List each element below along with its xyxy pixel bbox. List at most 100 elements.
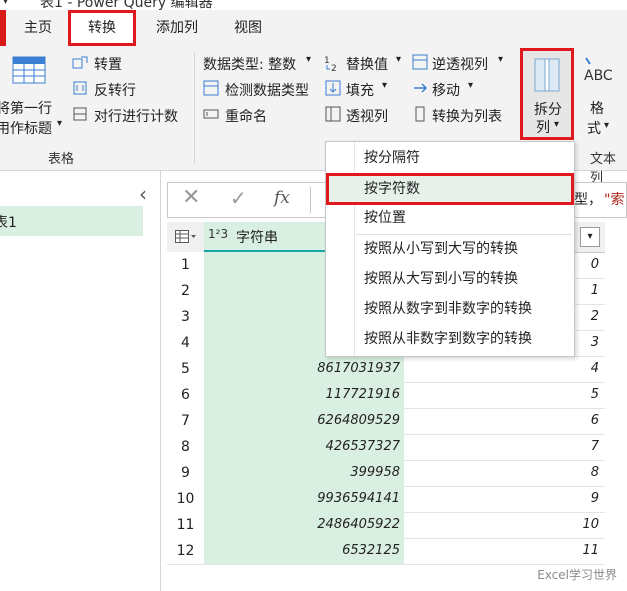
row-number[interactable]: 9 bbox=[167, 460, 204, 486]
move-button[interactable]: 移动 bbox=[432, 80, 460, 100]
count-rows-button[interactable]: 对行进行计数 bbox=[94, 106, 178, 126]
row-number[interactable]: 1 bbox=[167, 252, 204, 278]
table-row[interactable]: 12 6532125 11 bbox=[167, 538, 605, 565]
window-menu-chevron-icon[interactable]: ▾ bbox=[2, 0, 9, 8]
split-by-positions-item[interactable]: 按位置 bbox=[326, 204, 574, 232]
cell-string[interactable]: 117721916 bbox=[204, 382, 404, 408]
row-number[interactable]: 5 bbox=[167, 356, 204, 382]
pivot-button[interactable]: 透视列 bbox=[346, 106, 388, 126]
unpivot-icon bbox=[412, 54, 428, 70]
row-number[interactable]: 4 bbox=[167, 330, 204, 356]
cell-index[interactable]: 10 bbox=[404, 512, 605, 538]
menu-item-label: 按照从大写到小写的转换 bbox=[364, 271, 518, 287]
cell-index[interactable]: 9 bbox=[404, 486, 605, 512]
split-column-label-1: 拆分 bbox=[534, 102, 562, 118]
data-type-chevron-icon[interactable]: ▾ bbox=[306, 54, 311, 65]
use-first-row-headers-icon bbox=[12, 56, 46, 84]
pivot-icon bbox=[325, 106, 341, 122]
row-number[interactable]: 2 bbox=[167, 278, 204, 304]
replace-values-button[interactable]: 替换值 bbox=[346, 54, 388, 74]
table-row[interactable]: 7 6264809529 6 bbox=[167, 408, 605, 435]
format-chevron-icon[interactable]: ▾ bbox=[604, 120, 609, 131]
table-row[interactable]: 6 117721916 5 bbox=[167, 382, 605, 409]
convert-to-list-icon bbox=[412, 106, 428, 122]
transpose-icon bbox=[72, 55, 90, 71]
tab-view[interactable]: 视图 bbox=[226, 10, 270, 46]
cell-string[interactable]: 8617031937 bbox=[204, 356, 404, 382]
fx-icon[interactable]: fx bbox=[274, 188, 290, 208]
ribbon-divider bbox=[194, 52, 195, 164]
cell-index[interactable]: 8 bbox=[404, 460, 605, 486]
cell-string[interactable]: 426537327 bbox=[204, 434, 404, 460]
collapse-pane-icon[interactable]: ‹ bbox=[139, 182, 147, 206]
split-nondigit-to-digit-item[interactable]: 按照从非数字到数字的转换 bbox=[326, 325, 574, 353]
convert-to-list-button[interactable]: 转换为列表 bbox=[432, 106, 502, 126]
formula-text-tail[interactable]: 型， bbox=[574, 189, 602, 209]
table-row[interactable]: 5 8617031937 4 bbox=[167, 356, 605, 383]
split-by-delimiter-item[interactable]: 按分隔符 bbox=[326, 144, 574, 172]
cancel-icon[interactable]: ✕ bbox=[182, 185, 200, 210]
format-label-1[interactable]: 格 bbox=[590, 98, 604, 118]
format-icon: ABC bbox=[582, 56, 618, 88]
row-number[interactable]: 12 bbox=[167, 538, 204, 564]
cell-index[interactable]: 11 bbox=[404, 538, 605, 564]
query-item-label: 表1 bbox=[0, 215, 17, 231]
split-by-number-of-characters-item[interactable]: 按字符数 bbox=[326, 173, 574, 205]
column-type-icon[interactable]: 1²3 bbox=[208, 227, 228, 241]
use-first-row-label-1[interactable]: 将第一行 bbox=[0, 98, 52, 118]
table-menu-header[interactable] bbox=[167, 222, 204, 253]
tab-transform[interactable]: 转换 bbox=[68, 10, 136, 46]
cell-index[interactable]: 6 bbox=[404, 408, 605, 434]
format-label-2[interactable]: 式 bbox=[587, 118, 601, 138]
use-first-row-label-2[interactable]: 用作标题 bbox=[0, 118, 52, 138]
move-chevron-icon[interactable]: ▾ bbox=[468, 80, 473, 91]
split-column-label-2: 列 bbox=[536, 120, 550, 136]
menu-item-label: 按字符数 bbox=[364, 181, 420, 197]
table-row[interactable]: 10 9936594141 9 bbox=[167, 486, 605, 513]
count-rows-icon bbox=[72, 106, 90, 122]
row-number[interactable]: 10 bbox=[167, 486, 204, 512]
column-filter-icon[interactable]: ▾ bbox=[580, 227, 600, 247]
reverse-rows-button[interactable]: 反转行 bbox=[94, 80, 136, 100]
replace-values-chevron-icon[interactable]: ▾ bbox=[396, 54, 401, 65]
file-tab-edge[interactable] bbox=[0, 10, 6, 46]
table-menu-icon[interactable] bbox=[175, 230, 197, 244]
row-number[interactable]: 3 bbox=[167, 304, 204, 330]
formula-text-tail-2[interactable]: "索 bbox=[604, 189, 624, 209]
tab-add-column[interactable]: 添加列 bbox=[148, 10, 206, 46]
fill-chevron-icon[interactable]: ▾ bbox=[382, 80, 387, 91]
table-group-label: 表格 bbox=[48, 152, 75, 167]
split-digit-to-nondigit-item[interactable]: 按照从数字到非数字的转换 bbox=[326, 295, 574, 323]
menu-item-label: 按位置 bbox=[364, 210, 406, 226]
data-type-dropdown[interactable]: 数据类型: 整数 bbox=[203, 54, 296, 74]
unpivot-chevron-icon[interactable]: ▾ bbox=[498, 54, 503, 65]
cell-string[interactable]: 2486405922 bbox=[204, 512, 404, 538]
cell-string[interactable]: 6532125 bbox=[204, 538, 404, 564]
cell-string[interactable]: 6264809529 bbox=[204, 408, 404, 434]
row-number[interactable]: 8 bbox=[167, 434, 204, 460]
cell-index[interactable]: 4 bbox=[404, 356, 605, 382]
commit-icon[interactable]: ✓ bbox=[230, 186, 247, 210]
row-number[interactable]: 7 bbox=[167, 408, 204, 434]
use-first-row-dropdown-icon[interactable]: ▾ bbox=[57, 118, 62, 129]
cell-index[interactable]: 7 bbox=[404, 434, 605, 460]
table-row[interactable]: 11 2486405922 10 bbox=[167, 512, 605, 539]
rename-button[interactable]: 重命名 bbox=[225, 106, 267, 126]
tab-home[interactable]: 主页 bbox=[18, 10, 58, 46]
cell-index[interactable]: 5 bbox=[404, 382, 605, 408]
table-row[interactable]: 8 426537327 7 bbox=[167, 434, 605, 461]
table-row[interactable]: 9 399958 8 bbox=[167, 460, 605, 487]
transpose-button[interactable]: 转置 bbox=[94, 54, 122, 74]
menu-item-label: 按照从数字到非数字的转换 bbox=[364, 301, 532, 317]
detect-type-button[interactable]: 检测数据类型 bbox=[225, 80, 309, 100]
cell-string[interactable]: 399958 bbox=[204, 460, 404, 486]
cell-string[interactable]: 9936594141 bbox=[204, 486, 404, 512]
row-number[interactable]: 6 bbox=[167, 382, 204, 408]
split-column-button[interactable]: 拆分 列 ▾ bbox=[520, 48, 574, 140]
split-lower-to-upper-item[interactable]: 按照从小写到大写的转换 bbox=[326, 235, 574, 263]
unpivot-button[interactable]: 逆透视列 bbox=[432, 54, 488, 74]
fill-button[interactable]: 填充 bbox=[346, 80, 374, 100]
split-upper-to-lower-item[interactable]: 按照从大写到小写的转换 bbox=[326, 265, 574, 293]
query-item[interactable]: 表1 bbox=[0, 206, 143, 236]
row-number[interactable]: 11 bbox=[167, 512, 204, 538]
